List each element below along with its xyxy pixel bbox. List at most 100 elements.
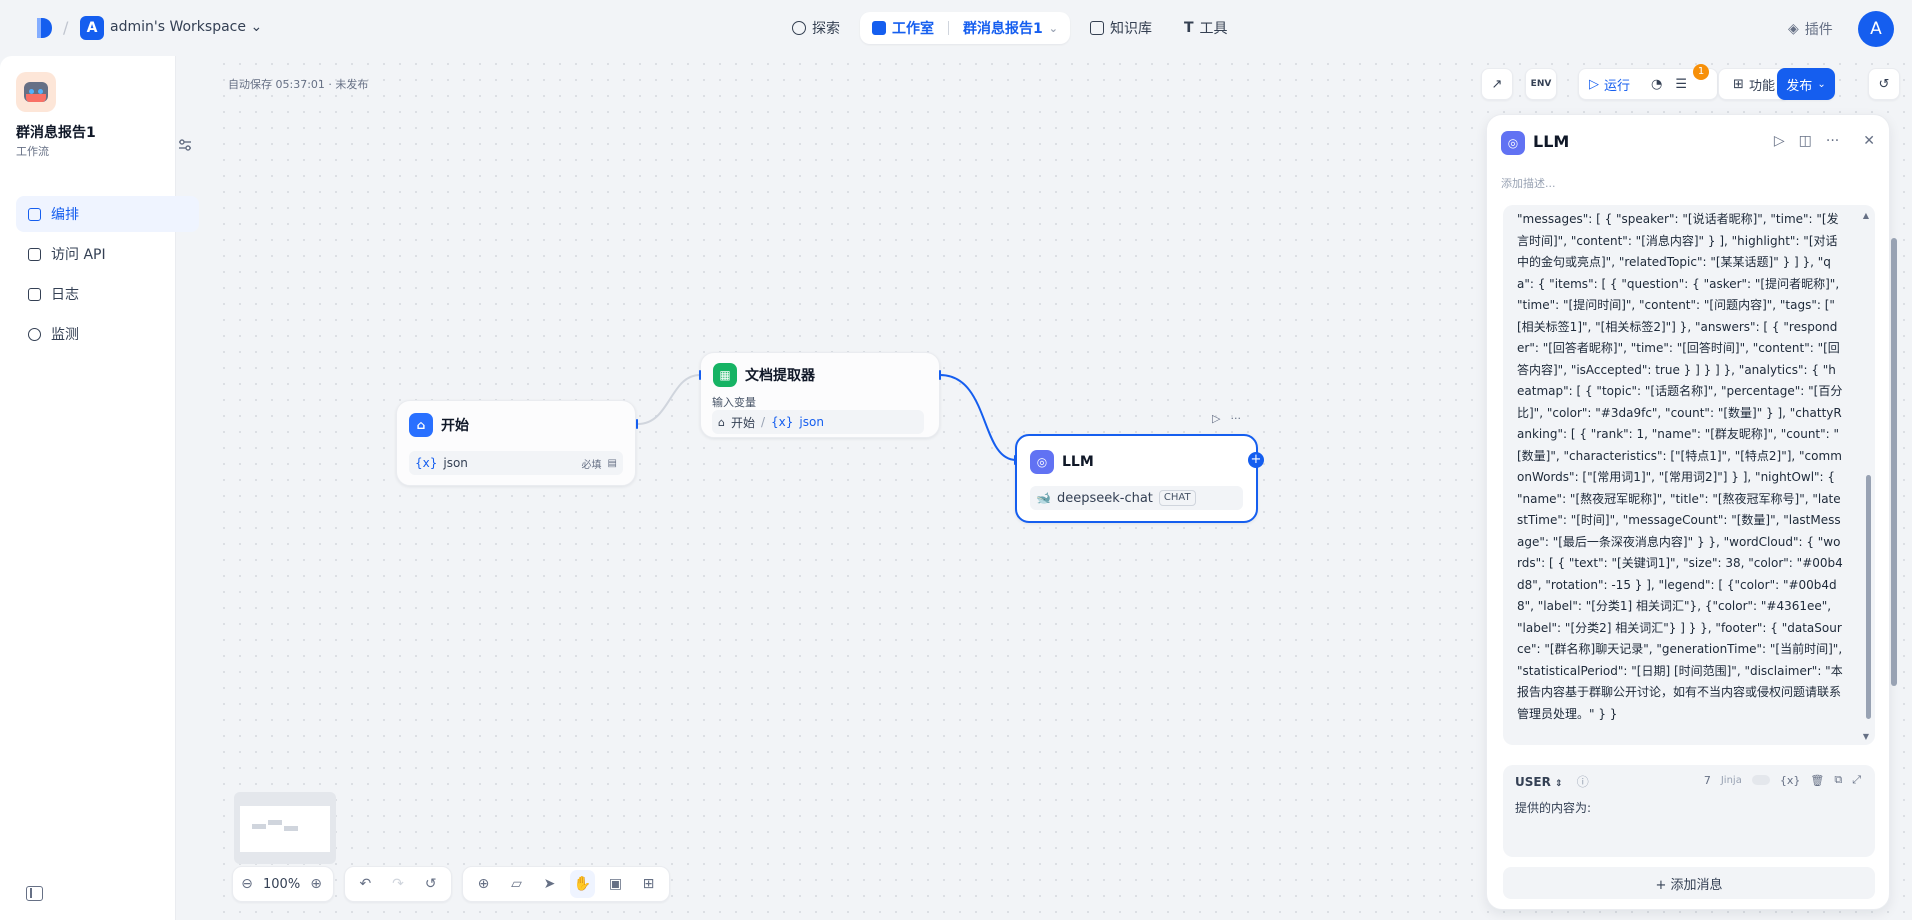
panel-tools: ▷ ◫ ··· ✕ (1774, 133, 1875, 149)
chevron-down-icon: ⌄ (1817, 78, 1826, 90)
help-icon[interactable]: ⓘ (1577, 775, 1589, 789)
more-icon[interactable]: ··· (1826, 133, 1839, 149)
llm-node-title: LLM (1062, 454, 1094, 470)
home-icon: ⌂ (409, 413, 433, 437)
model-name: deepseek-chat (1056, 490, 1153, 506)
play-icon: ▷ (1589, 76, 1599, 92)
publish-button[interactable]: 发布 ⌄ (1777, 68, 1835, 100)
play-icon[interactable]: ▷ (1774, 133, 1785, 149)
llm-node-header: ◎ LLM (1030, 450, 1094, 474)
checklist-badge: 1 (1693, 64, 1709, 80)
publish-label: 发布 (1786, 78, 1813, 94)
llm-config-panel: ◎ LLM ▷ ◫ ··· ✕ 添加描述... "messages": [ { … (1486, 114, 1890, 910)
minimap-node (252, 824, 266, 829)
add-note-icon[interactable]: ▱ (504, 870, 529, 898)
trash-icon[interactable]: 🗑 (1810, 774, 1824, 787)
more-icon[interactable]: ··· (1230, 412, 1241, 425)
run-button[interactable]: 运行 (1604, 75, 1630, 94)
chevron-updown-icon: ⇕ (1555, 779, 1563, 789)
extractor-node-header: ▦ 文档提取器 (713, 363, 815, 387)
panel-title[interactable]: LLM (1533, 132, 1569, 151)
add-node-icon[interactable]: ⊕ (471, 870, 496, 898)
organize-icon[interactable]: ⊞ (636, 870, 661, 898)
split-view-icon[interactable]: ◫ (1799, 133, 1812, 149)
add-next-node-icon[interactable]: + (1248, 452, 1264, 468)
home-icon: ⌂ (718, 415, 725, 429)
history-check-icon[interactable]: ◔ (1651, 77, 1662, 92)
play-icon[interactable]: ▷ (1212, 412, 1220, 425)
input-variable-label: 输入变量 (712, 396, 756, 409)
extractor-node-title: 文档提取器 (745, 368, 815, 384)
llm-brain-icon: ◎ (1501, 131, 1525, 155)
minimap-node (284, 826, 298, 831)
model-mode-tag: CHAT (1158, 490, 1196, 506)
required-label: 必填 (581, 459, 602, 471)
user-message-editor[interactable]: USER ⇕ ⓘ 7 Jinja {x} 🗑 ⧉ ⤢ 提供的内容为: (1503, 765, 1875, 857)
hand-icon[interactable]: ✋ (570, 870, 595, 898)
start-output-handle[interactable] (636, 419, 638, 429)
export-image-icon[interactable]: ▣ (603, 870, 628, 898)
add-message-button[interactable]: + 添加消息 (1503, 867, 1875, 899)
panel-scrollbar[interactable] (1891, 238, 1897, 686)
llm-input-handle[interactable] (1014, 455, 1016, 465)
start-node[interactable]: ⌂ 开始 {x} json 必填 ▤ (396, 400, 636, 486)
version-history-button[interactable]: ↺ (1868, 68, 1900, 100)
scroll-down-icon[interactable]: ▼ (1863, 732, 1869, 741)
checklist-icon[interactable]: ☰ (1675, 77, 1687, 92)
edge-start-extractor (637, 374, 701, 425)
insert-variable-icon[interactable]: {x} (1780, 774, 1801, 787)
undo-icon[interactable]: ↶ (353, 870, 378, 898)
extractor-output-handle[interactable] (939, 370, 941, 380)
source-node-name: 开始 (730, 415, 755, 430)
external-link-icon: ↗ (1491, 76, 1503, 92)
history-icon[interactable]: ↺ (418, 870, 443, 898)
user-prompt-text[interactable]: 提供的内容为: (1515, 799, 1591, 816)
minimap-viewport (240, 806, 330, 852)
history-icon: ↺ (1878, 76, 1890, 92)
copy-icon[interactable]: ⧉ (1834, 773, 1842, 787)
prompt-scrollbar[interactable] (1866, 475, 1871, 719)
llm-model-selector[interactable]: 🐋 deepseek-chat CHAT (1030, 486, 1243, 510)
message-tools: 7 Jinja {x} 🗑 ⧉ ⤢ (1704, 773, 1861, 787)
expand-icon[interactable]: ⤢ (1852, 773, 1861, 787)
env-button[interactable]: ENV (1525, 68, 1557, 100)
start-variable[interactable]: {x} json 必填 ▤ (409, 451, 623, 475)
jinja-toggle[interactable] (1751, 775, 1770, 785)
variable-icon: {x} (771, 415, 794, 429)
document-icon: ▤ (607, 457, 617, 469)
edge-extractor-llm (939, 374, 1017, 461)
history-controls: ↶ ↷ ↺ (344, 866, 452, 902)
close-icon[interactable]: ✕ (1863, 133, 1875, 149)
role-label: USER (1515, 775, 1551, 789)
extractor-input-variable[interactable]: ⌂ 开始 / {x} json (712, 410, 924, 434)
start-node-header: ⌂ 开始 (409, 413, 469, 437)
features-label: 功能 (1748, 78, 1775, 94)
system-prompt-editor[interactable]: "messages": [ { "speaker": "[说话者昵称]", "t… (1503, 205, 1875, 745)
zoom-out-icon[interactable]: ⊖ (239, 870, 255, 898)
file-extract-icon: ▦ (713, 363, 737, 387)
variable-name: json (443, 456, 468, 470)
pointer-icon[interactable]: ➤ (537, 870, 562, 898)
role-selector[interactable]: USER ⇕ ⓘ (1515, 773, 1589, 790)
minimap-node (268, 820, 282, 825)
canvas-tools: ⊕ ▱ ➤ ✋ ▣ ⊞ (462, 866, 670, 902)
zoom-level[interactable]: 100% (263, 877, 300, 892)
minimap[interactable] (234, 792, 336, 864)
deepseek-whale-icon: 🐋 (1036, 491, 1051, 505)
env-label: ENV (1530, 79, 1552, 89)
start-node-title: 开始 (441, 418, 469, 434)
redo-icon[interactable]: ↷ (386, 870, 411, 898)
zoom-in-icon[interactable]: ⊕ (308, 870, 324, 898)
scroll-up-icon[interactable]: ▲ (1863, 211, 1869, 220)
extractor-input-handle[interactable] (699, 370, 701, 380)
system-prompt-text[interactable]: "messages": [ { "speaker": "[说话者昵称]", "t… (1517, 209, 1843, 725)
node-quick-actions: ▷ ··· (1212, 412, 1241, 425)
share-button[interactable]: ↗ (1481, 68, 1513, 100)
path-separator: / (761, 415, 766, 429)
variable-icon: {x} (415, 456, 438, 470)
llm-node[interactable]: ◎ LLM 🐋 deepseek-chat CHAT (1015, 434, 1258, 523)
variable-name: json (799, 415, 824, 429)
token-count: 7 (1703, 773, 1711, 787)
llm-brain-icon: ◎ (1030, 450, 1054, 474)
description-input[interactable]: 添加描述... (1501, 175, 1556, 191)
